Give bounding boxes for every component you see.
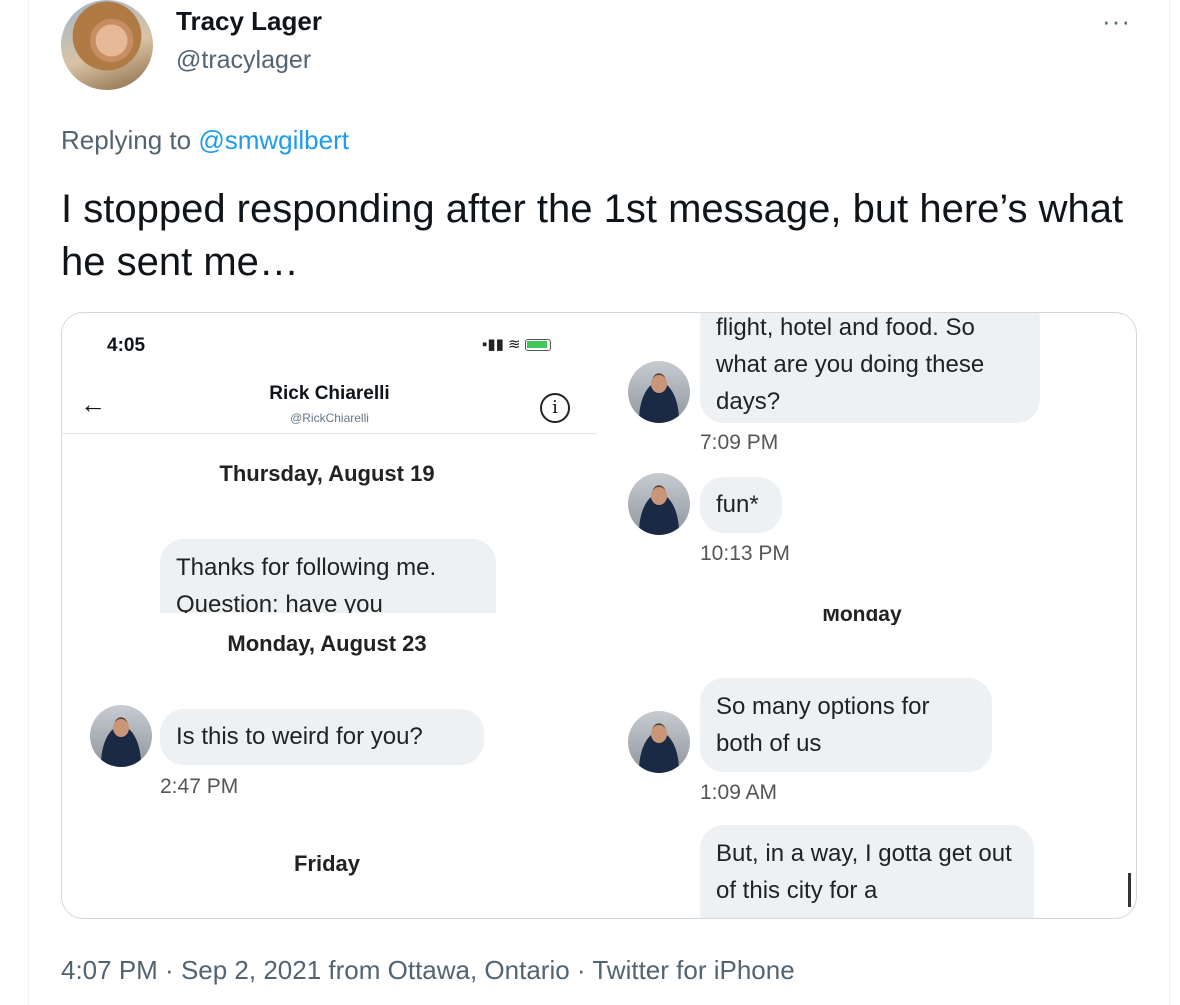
info-icon: i xyxy=(540,393,570,423)
date-separator: Thursday, August 19 xyxy=(219,461,435,486)
dm-contact-name: Rick Chiarelli xyxy=(269,383,390,404)
message-time: 10:13 PM xyxy=(700,542,790,565)
dm-header-divider xyxy=(62,433,597,434)
tweet: Tracy Lager @tracylager ··· Replying to … xyxy=(28,0,1170,1005)
more-options-icon[interactable]: ··· xyxy=(1102,6,1131,37)
replying-to-link[interactable]: @smwgilbert xyxy=(198,125,349,155)
message-bubble: But, in a way, I gotta get out of this c… xyxy=(700,825,1034,918)
tweet-meta: 4:07 PM · Sep 2, 2021 from Ottawa, Ontar… xyxy=(61,955,795,986)
message-time: 1:09 AM xyxy=(700,781,778,804)
message-bubble: flight, hotel and food. So what are you … xyxy=(700,313,1040,423)
scrollbar-thumb xyxy=(1128,873,1131,907)
sender-avatar xyxy=(628,473,690,535)
status-bar-icons: ▪▮▮ ≋ xyxy=(482,335,551,353)
tweet-time[interactable]: 4:07 PM xyxy=(61,955,158,985)
author-display-name[interactable]: Tracy Lager xyxy=(176,6,322,37)
meta-separator: · xyxy=(569,955,593,985)
sender-avatar xyxy=(628,361,690,423)
message-time: 7:09 PM xyxy=(700,431,779,454)
message-bubble: Thanks for following me. Question: have … xyxy=(160,539,496,613)
tweet-media-image[interactable]: 4:05 ▪▮▮ ≋ ← Rick Chiarelli @RickChiarel… xyxy=(61,312,1137,919)
date-separator-clip: Monday xyxy=(762,609,962,625)
message-time: 2:47 PM xyxy=(160,775,239,798)
back-arrow-icon: ← xyxy=(80,389,106,419)
message-bubble: So many options for both of us xyxy=(700,678,992,772)
tweet-location: from Ottawa, Ontario xyxy=(321,955,570,985)
sender-avatar xyxy=(90,705,152,767)
tweet-date[interactable]: Sep 2, 2021 xyxy=(181,955,321,985)
status-bar-time: 4:05 xyxy=(107,335,146,356)
replying-to-prefix: Replying to xyxy=(61,125,199,155)
message-clip: flight, hotel and food. So what are you … xyxy=(700,313,1045,425)
meta-separator: · xyxy=(157,955,181,985)
message-clip: But, in a way, I gotta get out of this c… xyxy=(700,825,1040,918)
author-handle[interactable]: @tracylager xyxy=(176,46,311,75)
tweet-text: I stopped responding after the 1st messa… xyxy=(61,187,1124,284)
dm-contact-handle: @RickChiarelli xyxy=(290,411,369,425)
author-avatar[interactable] xyxy=(61,0,153,90)
message-clip: Thanks for following me. Question: have … xyxy=(160,539,500,613)
date-separator: Friday xyxy=(293,851,361,876)
battery-icon xyxy=(524,339,551,352)
sender-avatar xyxy=(628,711,690,773)
date-separator: Monday xyxy=(822,609,902,625)
tweet-source[interactable]: Twitter for iPhone xyxy=(592,955,794,985)
message-bubble: fun* xyxy=(700,477,782,533)
replying-to: Replying to @smwgilbert xyxy=(61,125,349,156)
message-bubble: Is this to weird for you? xyxy=(160,709,484,765)
date-separator: Monday, August 23 xyxy=(227,631,427,656)
